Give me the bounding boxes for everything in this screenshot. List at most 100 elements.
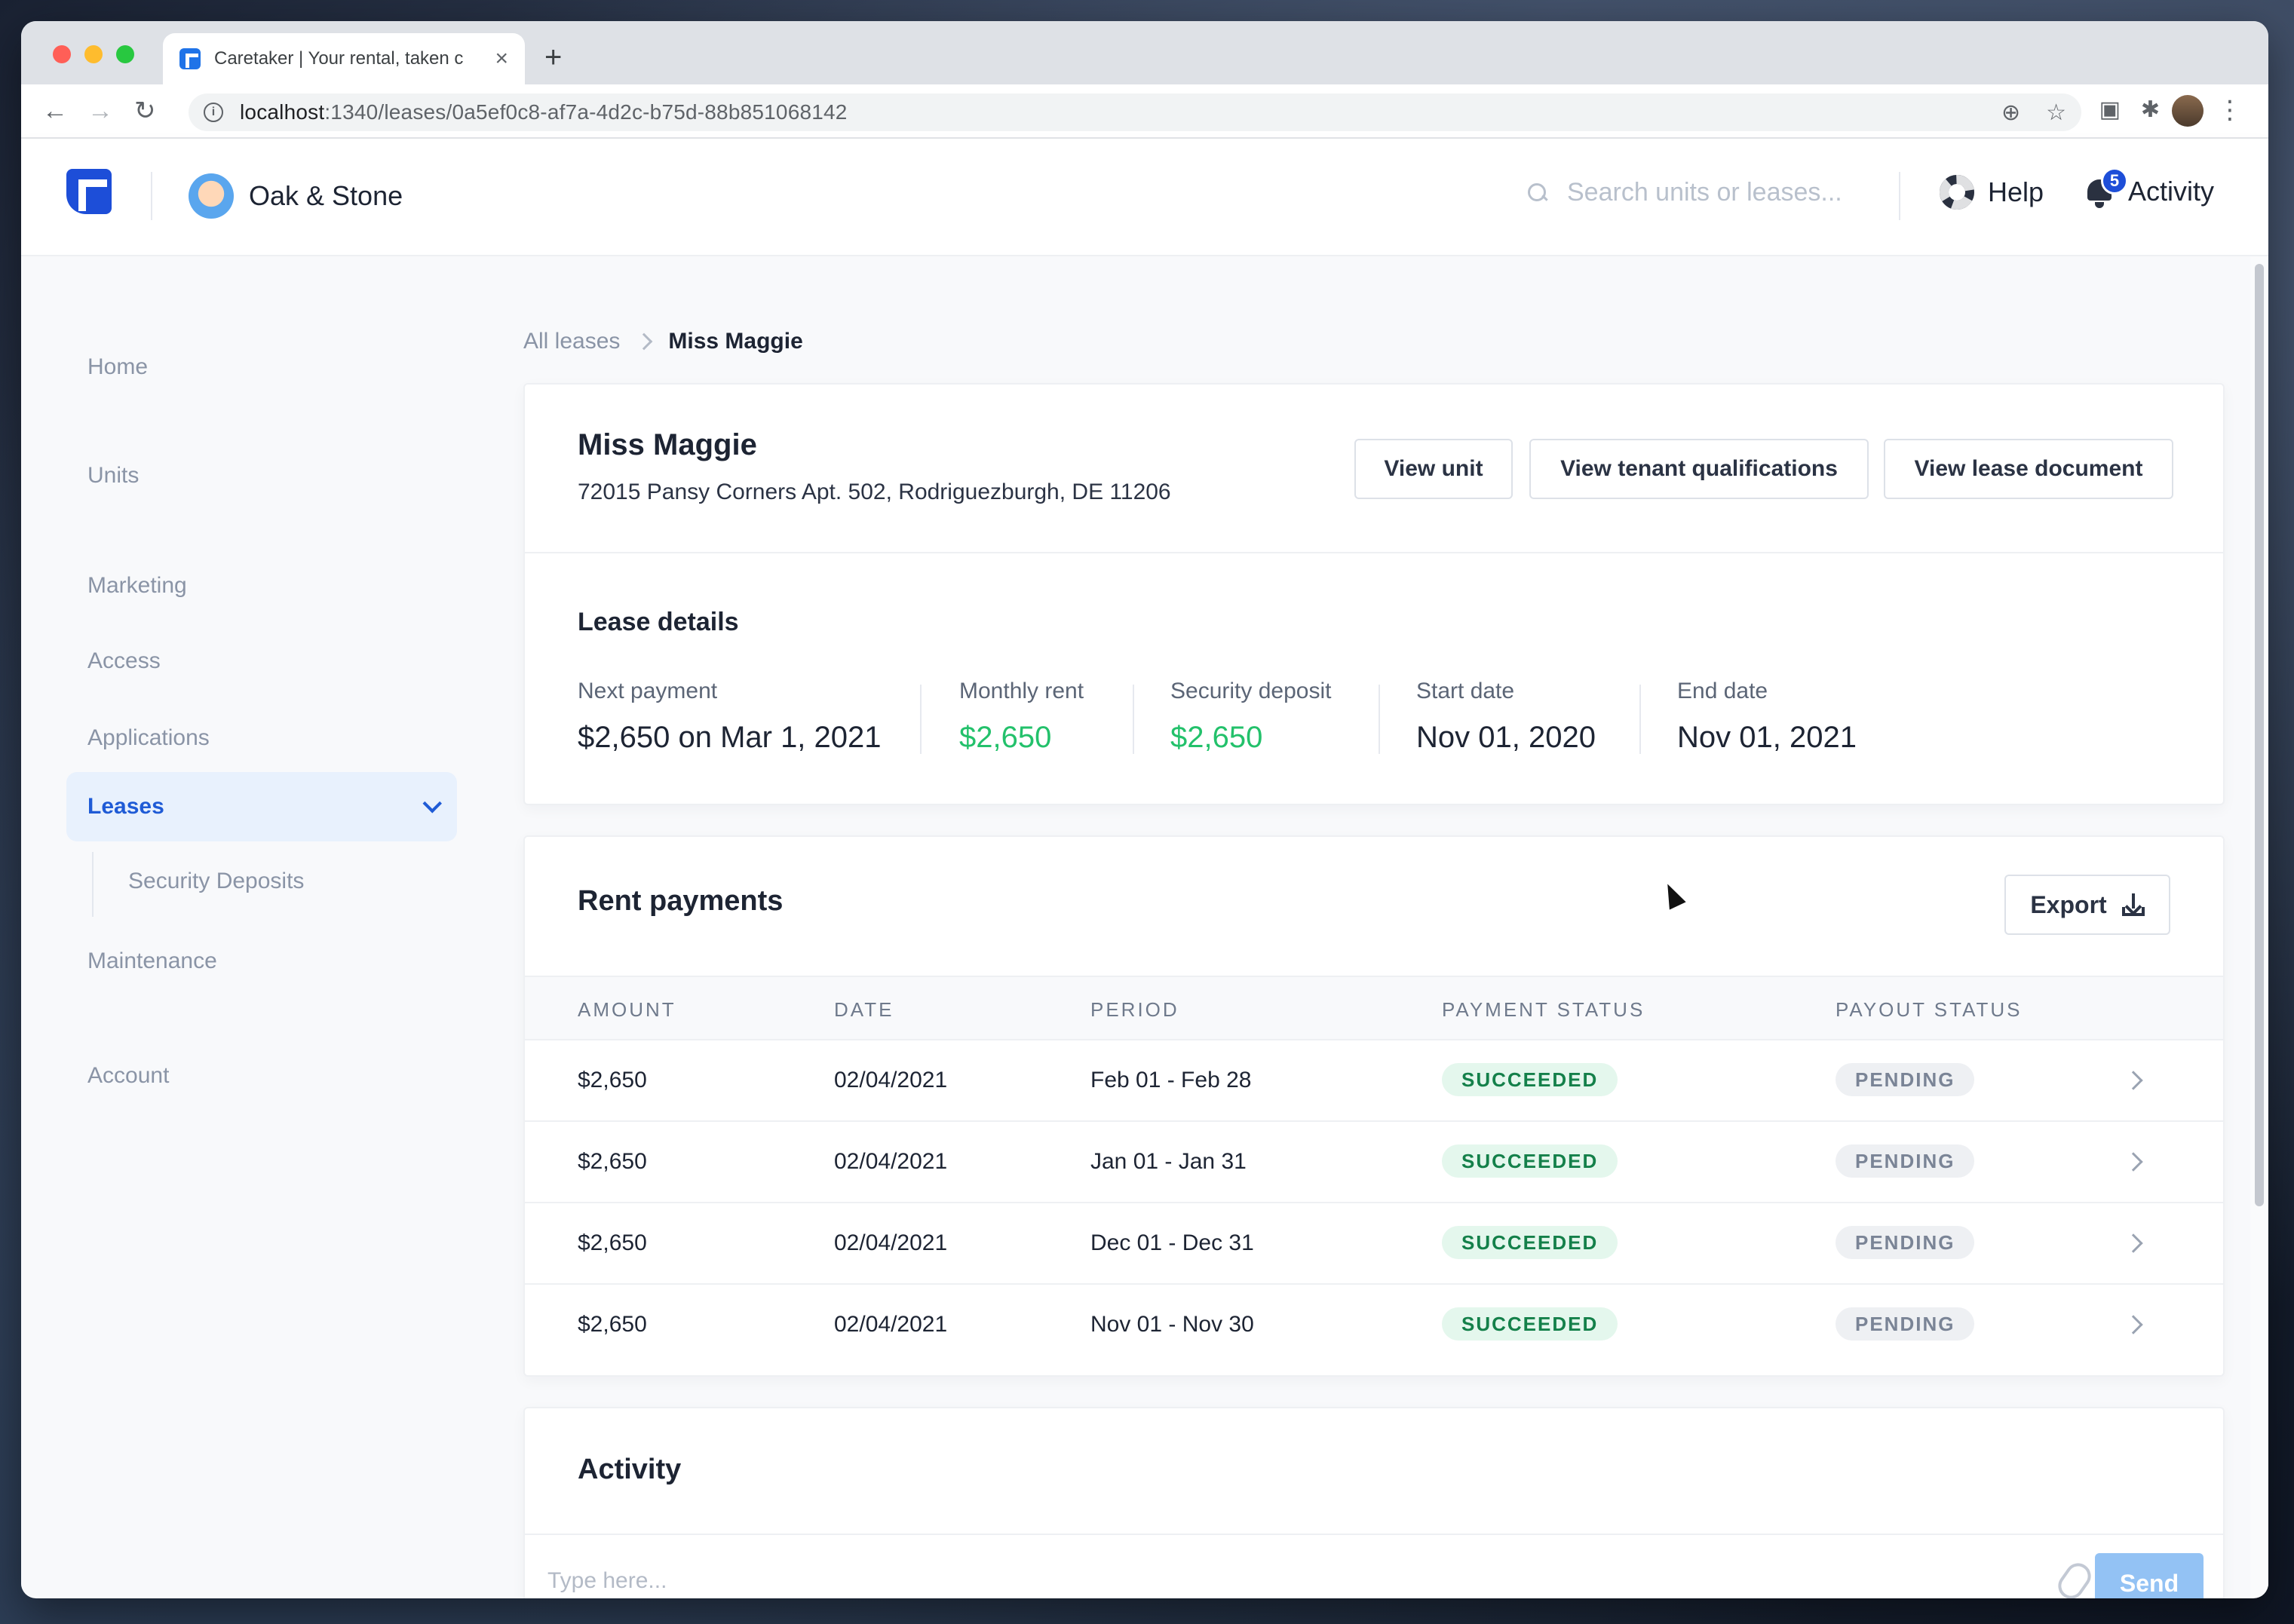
payout-status-badge: PENDING bbox=[1836, 1063, 1975, 1096]
table-row[interactable]: $2,650 02/04/2021 Feb 01 - Feb 28 SUCCEE… bbox=[525, 1040, 2223, 1122]
breadcrumb-all-leases[interactable]: All leases bbox=[523, 329, 620, 354]
stat-value: $2,650 on Mar 1, 2021 bbox=[578, 721, 882, 754]
sidebar-item-maintenance[interactable]: Maintenance bbox=[87, 948, 217, 974]
cell-date: 02/04/2021 bbox=[834, 1312, 948, 1337]
close-window-button[interactable] bbox=[53, 45, 71, 63]
org-name: Oak & Stone bbox=[249, 180, 403, 211]
cell-period: Dec 01 - Dec 31 bbox=[1090, 1230, 1254, 1255]
header-divider bbox=[151, 172, 152, 220]
search-input[interactable]: Search units or leases... bbox=[1567, 178, 1842, 207]
stat-end-date: End date Nov 01, 2021 bbox=[1677, 679, 1857, 755]
stat-divider bbox=[1133, 685, 1134, 754]
stat-label: Security deposit bbox=[1170, 679, 1332, 703]
chevron-right-icon[interactable] bbox=[2124, 1152, 2143, 1172]
forward-arrow-icon[interactable]: → bbox=[87, 98, 113, 124]
payment-status-badge: SUCCEEDED bbox=[1442, 1307, 1618, 1341]
rent-payments-title: Rent payments bbox=[578, 885, 784, 917]
tab-title: Caretaker | Your rental, taken c bbox=[214, 48, 464, 69]
minimize-window-button[interactable] bbox=[84, 45, 103, 63]
cell-amount: $2,650 bbox=[578, 1312, 647, 1337]
column-header-amount[interactable]: AMOUNT bbox=[578, 998, 676, 1022]
tenant-name: Miss Maggie bbox=[578, 428, 757, 461]
address-bar: ← → ↻ i localhost:1340/leases/0a5ef0c8-a… bbox=[21, 84, 2268, 139]
stat-divider bbox=[1639, 685, 1641, 754]
stat-value: Nov 01, 2021 bbox=[1677, 721, 1857, 754]
cell-period: Nov 01 - Nov 30 bbox=[1090, 1312, 1254, 1337]
chevron-right-icon bbox=[636, 332, 653, 351]
payout-status-badge: PENDING bbox=[1836, 1144, 1975, 1178]
sidebar-item-marketing[interactable]: Marketing bbox=[87, 573, 187, 599]
lease-details-title: Lease details bbox=[578, 608, 739, 636]
view-tenant-qualifications-button[interactable]: View tenant qualifications bbox=[1529, 439, 1869, 499]
org-switcher[interactable]: Oak & Stone bbox=[189, 173, 403, 219]
cell-amount: $2,650 bbox=[578, 1068, 647, 1092]
cell-amount: $2,650 bbox=[578, 1230, 647, 1255]
stat-divider bbox=[920, 685, 922, 754]
chevron-right-icon[interactable] bbox=[2124, 1233, 2143, 1253]
zoom-icon[interactable]: ⊕ bbox=[2001, 100, 2020, 126]
maximize-window-button[interactable] bbox=[116, 45, 134, 63]
browser-tab[interactable]: Caretaker | Your rental, taken c × bbox=[163, 33, 525, 84]
sidebar-item-units[interactable]: Units bbox=[87, 463, 139, 489]
paperclip-icon[interactable] bbox=[2053, 1558, 2096, 1598]
back-arrow-icon[interactable]: ← bbox=[42, 98, 68, 124]
app-logo-icon[interactable] bbox=[66, 169, 112, 214]
message-input[interactable]: Type here... bbox=[547, 1568, 667, 1594]
payout-status-badge: PENDING bbox=[1836, 1307, 1975, 1341]
table-row[interactable]: $2,650 02/04/2021 Dec 01 - Dec 31 SUCCEE… bbox=[525, 1203, 2223, 1285]
puzzle-extensions-icon[interactable]: ✱ bbox=[2141, 97, 2160, 123]
reload-icon[interactable]: ↻ bbox=[134, 98, 156, 124]
cell-period: Jan 01 - Jan 31 bbox=[1090, 1149, 1247, 1174]
help-button[interactable]: Help bbox=[1940, 175, 2044, 210]
site-info-icon[interactable]: i bbox=[204, 103, 223, 122]
chevron-right-icon[interactable] bbox=[2124, 1315, 2143, 1334]
activity-button[interactable]: 5 Activity bbox=[2083, 167, 2215, 208]
favicon-icon bbox=[179, 48, 201, 69]
new-tab-icon[interactable]: + bbox=[544, 41, 562, 75]
sidebar-item-leases[interactable]: Leases bbox=[66, 772, 457, 841]
payout-status-badge: PENDING bbox=[1836, 1226, 1975, 1259]
app-header: Oak & Stone Search units or leases... He… bbox=[21, 139, 2268, 256]
payment-status-badge: SUCCEEDED bbox=[1442, 1226, 1618, 1259]
sidebar-item-account[interactable]: Account bbox=[87, 1063, 169, 1089]
activity-label: Activity bbox=[2128, 176, 2215, 207]
url-field[interactable]: i localhost:1340/leases/0a5ef0c8-af7a-4d… bbox=[189, 93, 2081, 131]
search-bar[interactable]: Search units or leases... bbox=[1526, 178, 1842, 207]
sidebar-subitem-security-deposits[interactable]: Security Deposits bbox=[128, 869, 304, 894]
scrollbar-thumb[interactable] bbox=[2255, 264, 2264, 1206]
profile-avatar[interactable] bbox=[2172, 95, 2204, 127]
extension-icon[interactable]: ▣ bbox=[2099, 97, 2121, 123]
column-header-payout-status[interactable]: PAYOUT STATUS bbox=[1836, 998, 2023, 1022]
bookmark-star-icon[interactable]: ☆ bbox=[2046, 100, 2066, 126]
chevron-down-icon bbox=[422, 794, 442, 814]
sidebar-item-label: Leases bbox=[87, 794, 164, 819]
page-scrollbar[interactable] bbox=[2250, 256, 2268, 1597]
sidebar-item-applications[interactable]: Applications bbox=[87, 725, 210, 751]
cell-date: 02/04/2021 bbox=[834, 1230, 948, 1255]
column-header-payment-status[interactable]: PAYMENT STATUS bbox=[1442, 998, 1645, 1022]
column-header-date[interactable]: DATE bbox=[834, 998, 894, 1022]
stat-next-payment: Next payment $2,650 on Mar 1, 2021 bbox=[578, 679, 882, 755]
table-row[interactable]: $2,650 02/04/2021 Nov 01 - Nov 30 SUCCEE… bbox=[525, 1285, 2223, 1366]
stat-label: End date bbox=[1677, 679, 1768, 703]
download-icon bbox=[2121, 893, 2145, 916]
stat-label: Monthly rent bbox=[959, 679, 1084, 703]
view-unit-button[interactable]: View unit bbox=[1354, 439, 1513, 499]
export-button[interactable]: Export bbox=[2004, 875, 2170, 935]
close-tab-icon[interactable]: × bbox=[495, 47, 508, 70]
send-button[interactable]: Send bbox=[2095, 1553, 2204, 1598]
stat-start-date: Start date Nov 01, 2020 bbox=[1416, 679, 1596, 755]
chevron-right-icon[interactable] bbox=[2124, 1071, 2143, 1090]
sidebar-item-access[interactable]: Access bbox=[87, 648, 161, 674]
browser-menu-icon[interactable]: ⋮ bbox=[2217, 95, 2243, 125]
column-header-period[interactable]: PERIOD bbox=[1090, 998, 1179, 1022]
cell-date: 02/04/2021 bbox=[834, 1068, 948, 1092]
help-label: Help bbox=[1988, 176, 2044, 207]
notification-badge: 5 bbox=[2101, 167, 2128, 195]
url-text: localhost:1340/leases/0a5ef0c8-af7a-4d2c… bbox=[240, 100, 848, 124]
sidebar-item-home[interactable]: Home bbox=[87, 354, 148, 380]
view-lease-document-button[interactable]: View lease document bbox=[1884, 439, 2173, 499]
app-body: Home Units Marketing Access Applications… bbox=[21, 256, 2268, 1598]
table-row[interactable]: $2,650 02/04/2021 Jan 01 - Jan 31 SUCCEE… bbox=[525, 1122, 2223, 1203]
payment-status-badge: SUCCEEDED bbox=[1442, 1063, 1618, 1096]
